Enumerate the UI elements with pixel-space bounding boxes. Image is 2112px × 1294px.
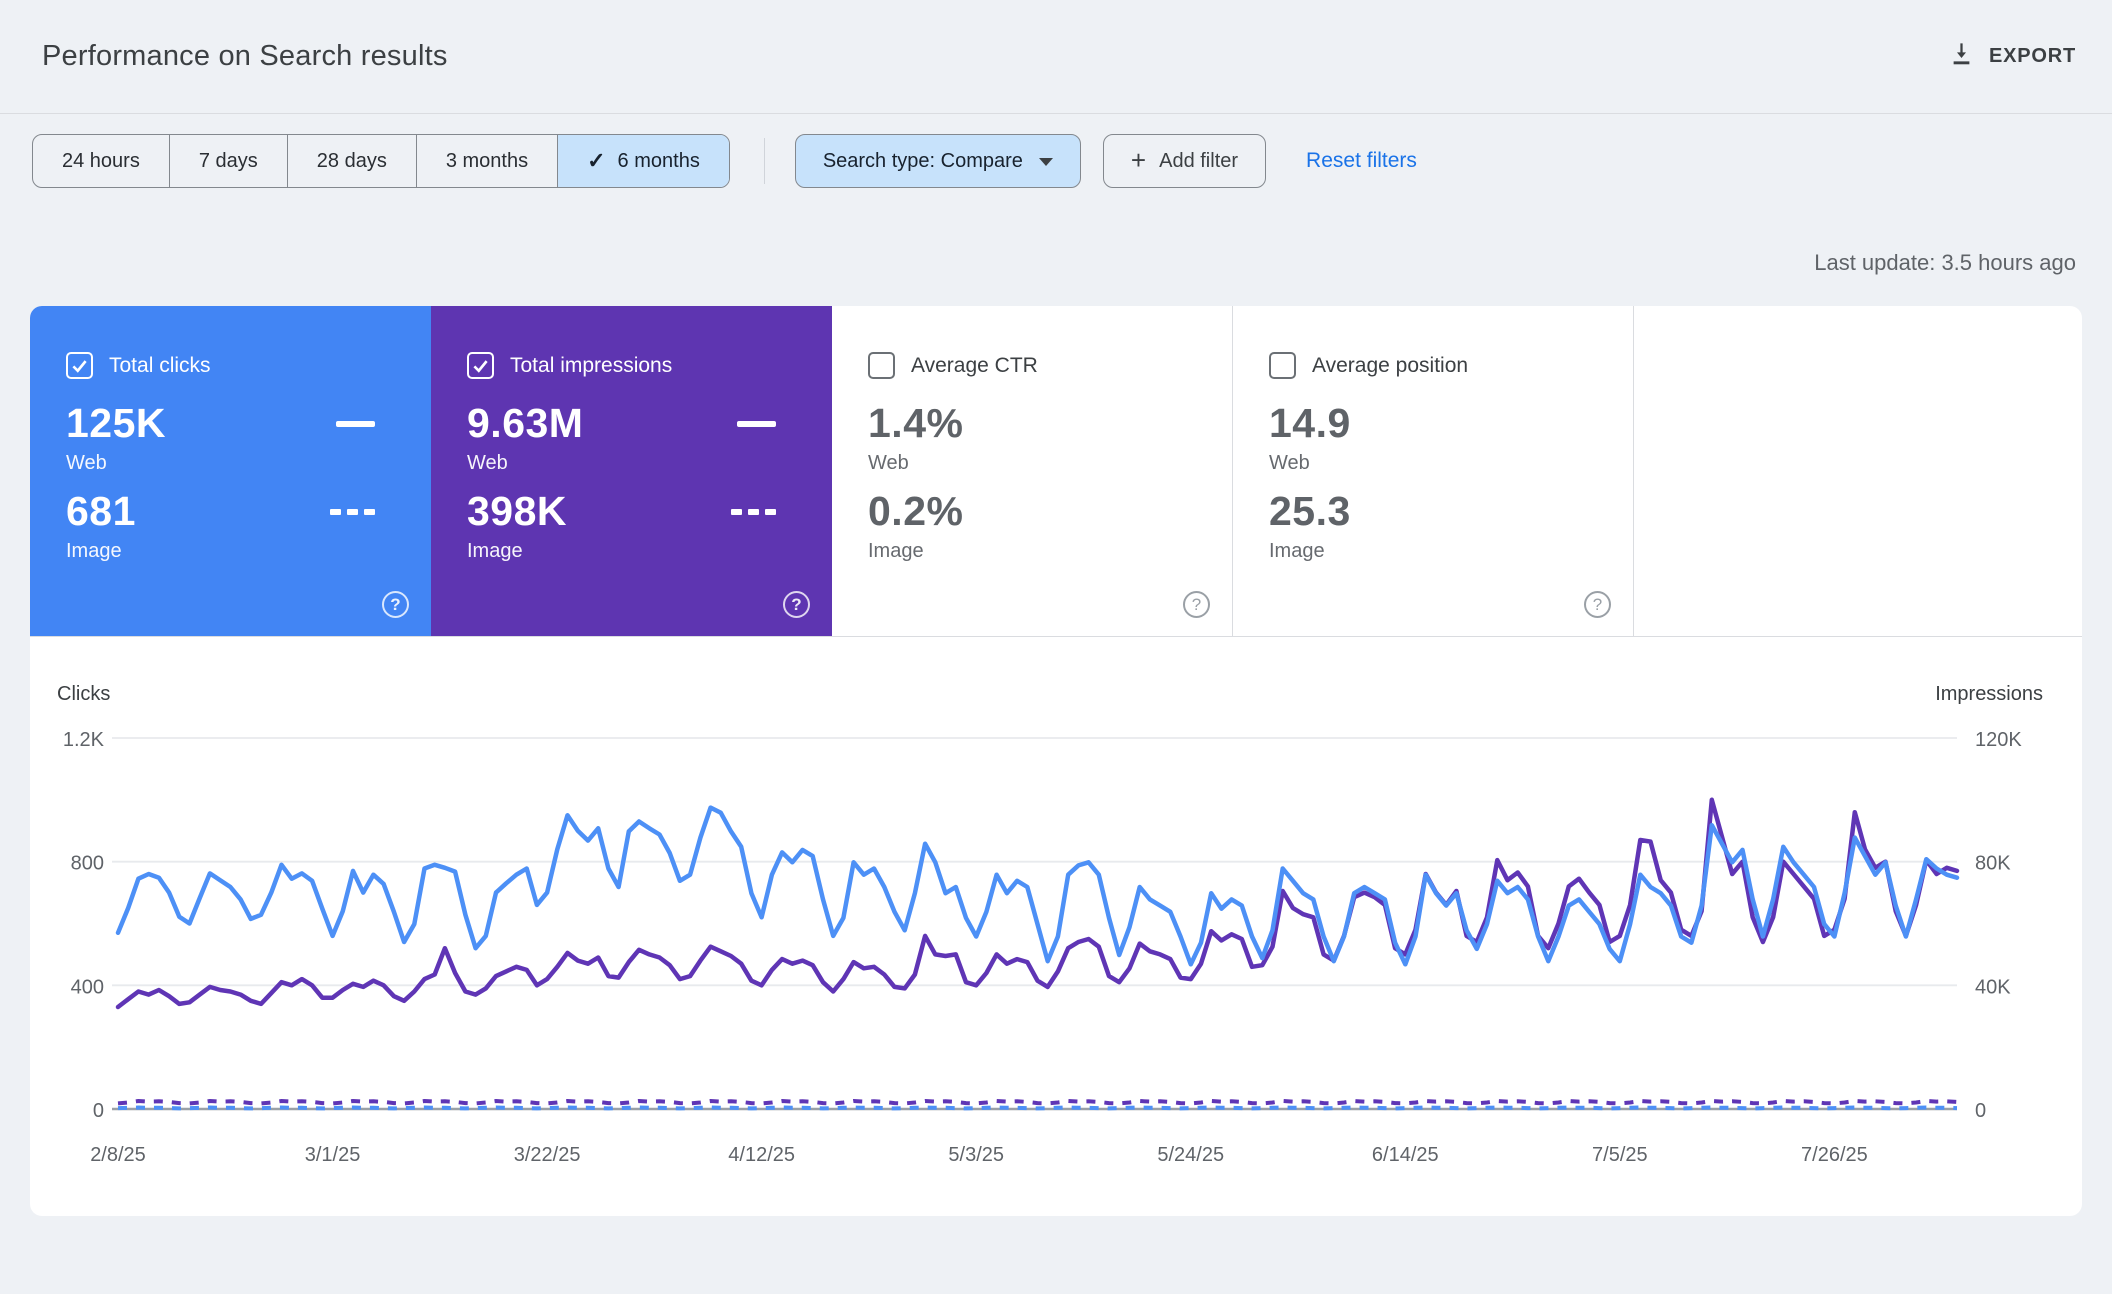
chevron-down-icon xyxy=(1039,158,1053,166)
metric-unit-image: Image xyxy=(66,540,431,563)
add-filter-label: Add filter xyxy=(1159,150,1238,173)
series-image-impressions xyxy=(118,1101,1957,1103)
date-range-28-days[interactable]: 28 days xyxy=(288,135,417,187)
card-label: Total impressions xyxy=(510,354,672,378)
svg-text:Clicks: Clicks xyxy=(57,683,110,705)
date-range-24-hours[interactable]: 24 hours xyxy=(33,135,170,187)
series-web-clicks xyxy=(118,808,1957,965)
metric-unit-web: Web xyxy=(66,452,431,475)
metric-unit-web: Web xyxy=(467,452,832,475)
svg-text:800: 800 xyxy=(71,853,104,875)
plus-icon: + xyxy=(1131,145,1146,176)
chip-label: 3 months xyxy=(446,150,528,173)
reset-filters-link[interactable]: Reset filters xyxy=(1306,149,1417,173)
checkbox-checked-icon[interactable] xyxy=(467,352,494,379)
svg-text:5/3/25: 5/3/25 xyxy=(948,1144,1004,1166)
search-type-chip[interactable]: Search type: Compare xyxy=(795,134,1081,188)
svg-text:3/1/25: 3/1/25 xyxy=(305,1144,361,1166)
export-label: EXPORT xyxy=(1989,45,2076,68)
help-icon[interactable]: ? xyxy=(783,591,810,618)
date-range-7-days[interactable]: 7 days xyxy=(170,135,288,187)
metric-unit-image: Image xyxy=(1269,540,1633,563)
solid-line-indicator xyxy=(737,421,776,427)
metric-unit-web: Web xyxy=(1269,452,1633,475)
chip-label: 6 months xyxy=(618,150,700,173)
performance-panel: Total clicks 125K Web 681 Image ? Total … xyxy=(30,306,2082,1216)
svg-text:80K: 80K xyxy=(1975,853,2011,875)
card-label: Average CTR xyxy=(911,354,1038,378)
checkbox-checked-icon[interactable] xyxy=(66,352,93,379)
metric-unit-image: Image xyxy=(868,540,1232,563)
series-web-impressions xyxy=(118,800,1957,1007)
card-average-position[interactable]: Average position 14.9 Web 25.3 Image ? xyxy=(1233,306,1634,636)
filter-bar: 24 hours 7 days 28 days 3 months ✓ 6 mon… xyxy=(32,134,2070,188)
chip-label: 28 days xyxy=(317,150,387,173)
card-average-ctr[interactable]: Average CTR 1.4% Web 0.2% Image ? xyxy=(832,306,1233,636)
help-icon[interactable]: ? xyxy=(1183,591,1210,618)
svg-text:120K: 120K xyxy=(1975,729,2022,751)
svg-text:0: 0 xyxy=(93,1100,104,1122)
filter-divider xyxy=(764,138,765,184)
help-icon[interactable]: ? xyxy=(382,591,409,618)
checkmark-icon: ✓ xyxy=(587,148,605,174)
page-header: Performance on Search results EXPORT xyxy=(0,0,2112,114)
card-label: Average position xyxy=(1312,354,1468,378)
metric-value-web: 14.9 xyxy=(1269,403,1351,444)
svg-text:4/12/25: 4/12/25 xyxy=(728,1144,795,1166)
svg-text:40K: 40K xyxy=(1975,976,2011,998)
checkbox-unchecked-icon[interactable] xyxy=(1269,352,1296,379)
export-button[interactable]: EXPORT xyxy=(1948,40,2076,73)
performance-chart: 0 0 400 40K 800 80K 1.2K 120K Clicks Impressions 2… xyxy=(30,637,2082,1197)
metric-cards-row: Total clicks 125K Web 681 Image ? Total … xyxy=(30,306,2082,637)
metric-unit-web: Web xyxy=(868,452,1232,475)
card-label: Total clicks xyxy=(109,354,211,378)
svg-text:0: 0 xyxy=(1975,1100,1986,1122)
checkbox-unchecked-icon[interactable] xyxy=(868,352,895,379)
metric-value-image: 398K xyxy=(467,491,567,532)
last-update-text: Last update: 3.5 hours ago xyxy=(0,250,2076,276)
metric-value-web: 1.4% xyxy=(868,403,963,444)
svg-text:6/14/25: 6/14/25 xyxy=(1372,1144,1439,1166)
download-icon xyxy=(1948,40,1975,73)
metric-value-image: 25.3 xyxy=(1269,491,1351,532)
search-type-label: Search type: Compare xyxy=(823,150,1023,173)
chip-label: 7 days xyxy=(199,150,258,173)
metric-value-image: 681 xyxy=(66,491,136,532)
svg-text:7/5/25: 7/5/25 xyxy=(1592,1144,1648,1166)
date-range-group: 24 hours 7 days 28 days 3 months ✓ 6 mon… xyxy=(32,134,730,188)
dashed-line-indicator xyxy=(330,509,375,515)
chip-label: 24 hours xyxy=(62,150,140,173)
svg-text:7/26/25: 7/26/25 xyxy=(1801,1144,1868,1166)
svg-text:400: 400 xyxy=(71,976,104,998)
svg-text:5/24/25: 5/24/25 xyxy=(1157,1144,1224,1166)
add-filter-chip[interactable]: + Add filter xyxy=(1103,134,1266,188)
metric-value-web: 9.63M xyxy=(467,403,583,444)
svg-text:3/22/25: 3/22/25 xyxy=(514,1144,581,1166)
page-title: Performance on Search results xyxy=(42,40,448,73)
card-total-clicks[interactable]: Total clicks 125K Web 681 Image ? xyxy=(30,306,431,636)
help-icon[interactable]: ? xyxy=(1584,591,1611,618)
date-range-3-months[interactable]: 3 months xyxy=(417,135,558,187)
svg-text:1.2K: 1.2K xyxy=(63,729,105,751)
metric-value-image: 0.2% xyxy=(868,491,963,532)
metric-value-web: 125K xyxy=(66,403,166,444)
dashed-line-indicator xyxy=(731,509,776,515)
svg-text:Impressions: Impressions xyxy=(1935,683,2043,705)
card-total-impressions[interactable]: Total impressions 9.63M Web 398K Image ? xyxy=(431,306,832,636)
svg-text:2/8/25: 2/8/25 xyxy=(90,1144,146,1166)
metric-unit-image: Image xyxy=(467,540,832,563)
solid-line-indicator xyxy=(336,421,375,427)
date-range-6-months[interactable]: ✓ 6 months xyxy=(558,135,729,187)
chart-area: 0 0 400 40K 800 80K 1.2K 120K Clicks Impressions 2… xyxy=(30,637,2082,1197)
